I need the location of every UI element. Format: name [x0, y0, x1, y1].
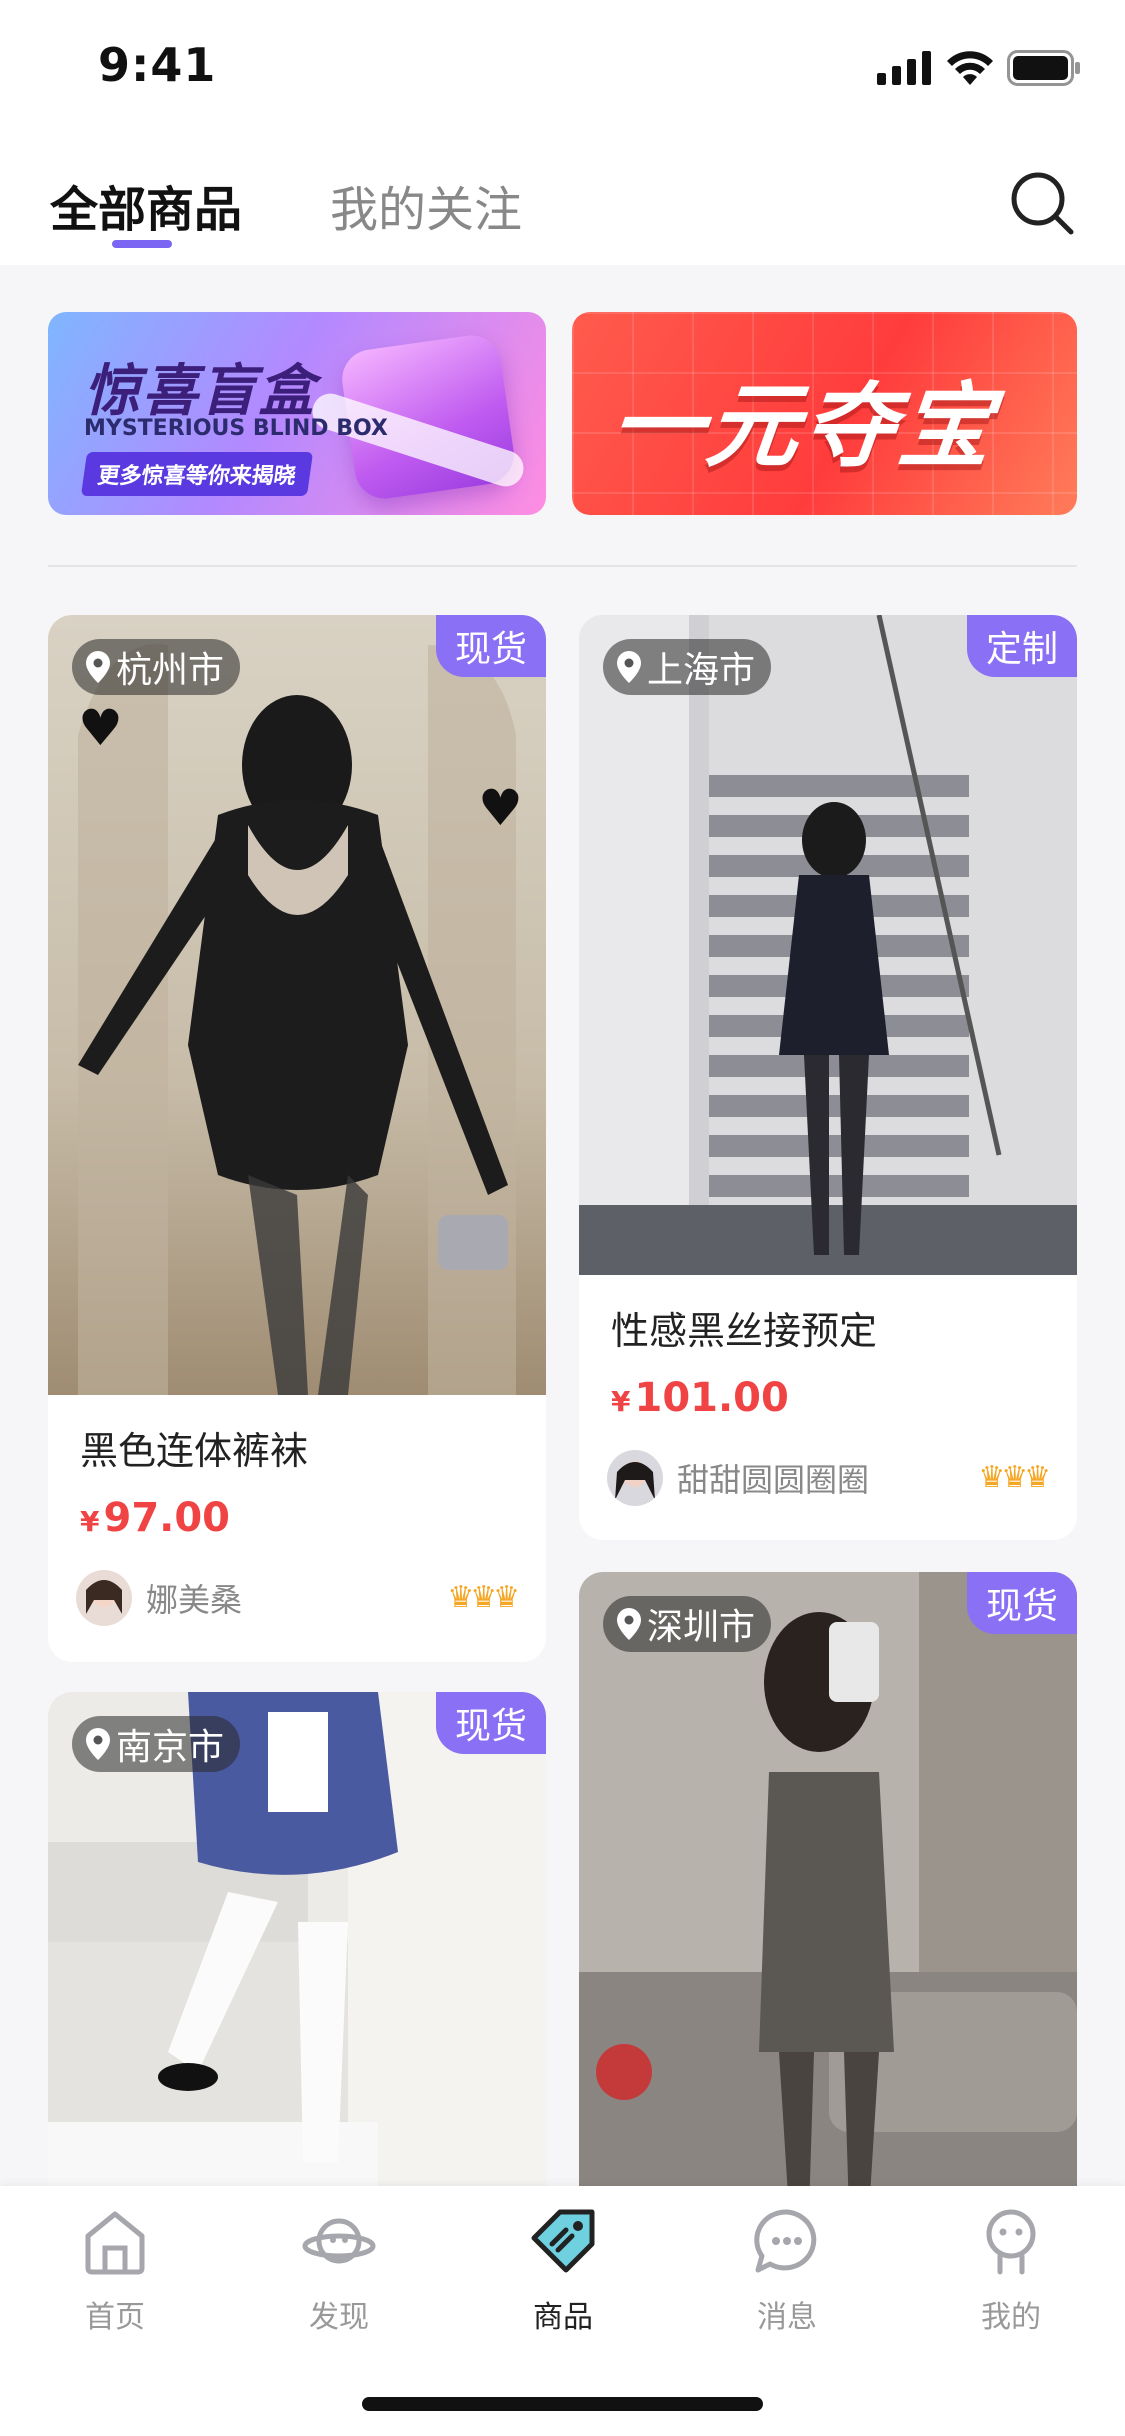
stock-type-badge: 现货 — [967, 1572, 1077, 1634]
tab-profile-label: 我的 — [981, 2300, 1041, 2335]
one-yuan-duobao-banner[interactable]: 一元夺宝 — [572, 312, 1077, 515]
tag-icon — [531, 2209, 595, 2273]
heart-sticker: ♥ — [78, 699, 123, 757]
wifi-icon — [947, 51, 993, 85]
status-icons — [877, 48, 1081, 88]
location-pill: 杭州市 — [72, 639, 241, 695]
blind-box-title: 惊喜盲盒 — [84, 359, 316, 424]
product-card[interactable]: ♥ ♥ 杭州市 现货 黑色连体裤袜 ¥97.00 娜美桑 ♛♛♛ — [48, 615, 546, 1662]
home-icon — [85, 2211, 145, 2275]
chat-bubble-icon — [754, 2209, 817, 2273]
location-pin-icon — [617, 651, 641, 683]
cellular-signal-icon — [877, 51, 931, 85]
seller-info[interactable]: 甜甜圆圆圈圈 — [607, 1450, 869, 1506]
product-title: 黑色连体裤袜 — [80, 1429, 309, 1473]
product-card[interactable]: 南京市 现货 — [48, 1692, 546, 2212]
crown-rating-icons: ♛♛♛ — [447, 1580, 520, 1615]
location-pill: 南京市 — [72, 1716, 241, 1772]
product-price: ¥101.00 — [611, 1375, 789, 1421]
price-value: 97.00 — [103, 1495, 231, 1541]
tab-home-label: 首页 — [85, 2300, 145, 2335]
location-pin-icon — [86, 651, 110, 683]
stock-type-badge: 定制 — [967, 615, 1077, 677]
tab-messages-label: 消息 — [757, 2300, 817, 2335]
battery-icon — [1007, 50, 1080, 86]
avatar — [76, 1570, 132, 1626]
location-label: 上海市 — [647, 650, 756, 691]
tab-discover[interactable]: 发现 — [264, 2204, 414, 2336]
planet-icon — [302, 2218, 376, 2264]
tab-products[interactable]: 商品 — [488, 2204, 638, 2336]
seller-name: 甜甜圆圆圈圈 — [677, 1461, 870, 1499]
search-icon[interactable] — [1007, 168, 1077, 238]
tab-my-follows[interactable]: 我的关注 — [330, 170, 522, 240]
location-pill: 上海市 — [603, 639, 772, 695]
tab-discover-label: 发现 — [309, 2300, 369, 2335]
currency-symbol: ¥ — [80, 1505, 100, 1538]
home-indicator[interactable] — [362, 2397, 763, 2411]
divider — [48, 565, 1077, 567]
location-label: 杭州市 — [116, 650, 225, 691]
price-value: 101.00 — [634, 1375, 789, 1421]
product-card[interactable]: 上海市 定制 性感黑丝接预定 ¥101.00 甜甜圆圆圈圈 ♛♛♛ — [579, 615, 1077, 1540]
tab-all-products[interactable]: 全部商品 — [50, 170, 242, 240]
blind-box-subtitle: MYSTERIOUS BLIND BOX — [84, 416, 388, 441]
avatar — [607, 1450, 663, 1506]
seller-name: 娜美桑 — [146, 1581, 243, 1619]
tab-products-label: 商品 — [533, 2300, 593, 2335]
heart-sticker: ♥ — [478, 779, 523, 837]
product-price: ¥97.00 — [80, 1495, 230, 1541]
blind-box-tagline: 更多惊喜等你来揭晓 — [80, 452, 314, 496]
product-photo — [579, 1572, 1077, 2212]
product-photo: ♥ ♥ — [48, 615, 546, 1395]
status-time: 9:41 — [98, 38, 217, 92]
product-photo — [579, 615, 1077, 1275]
product-card[interactable]: 深圳市 现货 — [579, 1572, 1077, 2212]
tab-home[interactable]: 首页 — [40, 2204, 190, 2336]
currency-symbol: ¥ — [611, 1385, 631, 1418]
active-tab-indicator — [112, 240, 172, 248]
stock-type-badge: 现货 — [436, 1692, 546, 1754]
blind-box-banner[interactable]: 惊喜盲盒 MYSTERIOUS BLIND BOX 更多惊喜等你来揭晓 — [48, 312, 546, 515]
location-pin-icon — [86, 1728, 110, 1760]
location-label: 南京市 — [116, 1727, 225, 1768]
location-label: 深圳市 — [647, 1607, 756, 1648]
tab-profile[interactable]: 我的 — [936, 2204, 1086, 2336]
header: 全部商品 我的关注 — [0, 140, 1125, 265]
location-pin-icon — [617, 1608, 641, 1640]
crown-rating-icons: ♛♛♛ — [978, 1460, 1051, 1495]
product-title: 性感黑丝接预定 — [611, 1309, 878, 1353]
stock-type-badge: 现货 — [436, 615, 546, 677]
location-pill: 深圳市 — [603, 1596, 772, 1652]
person-icon — [986, 2209, 1036, 2275]
status-bar: 9:41 — [0, 0, 1125, 140]
duobao-title: 一元夺宝 — [605, 373, 1001, 480]
seller-info[interactable]: 娜美桑 — [76, 1570, 242, 1626]
tab-messages[interactable]: 消息 — [712, 2204, 862, 2336]
